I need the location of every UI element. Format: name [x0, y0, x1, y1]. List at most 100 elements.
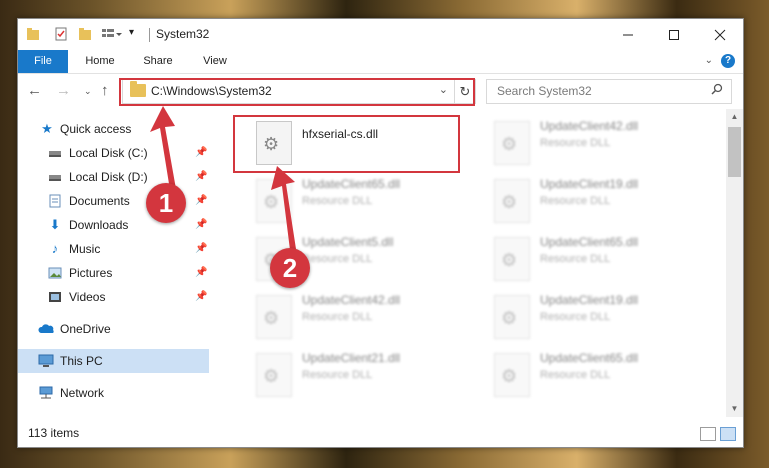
sidebar-item-label: Local Disk (C:) [69, 146, 148, 160]
pin-icon[interactable]: 📌 [195, 171, 207, 182]
window-title: System32 [156, 27, 210, 41]
close-button[interactable] [697, 19, 743, 50]
ribbon-tabs: File Home Share View ⌄ ? [18, 50, 743, 74]
file-item[interactable]: UpdateClient19.dll Resource DLL [472, 175, 682, 223]
sidebar-item-local-disk-c[interactable]: Local Disk (C:) 📌 [18, 141, 209, 165]
tab-view[interactable]: View [193, 50, 237, 73]
file-item[interactable]: UpdateClient42.dll Resource DLL [472, 117, 682, 165]
folder-icon[interactable] [26, 27, 40, 44]
videos-icon [48, 290, 62, 304]
sidebar-item-network[interactable]: Network [18, 381, 209, 405]
dll-file-icon [494, 295, 530, 339]
step-1-badge: 1 [146, 183, 186, 223]
file-item[interactable]: UpdateClient19.dll Resource DLL [472, 291, 682, 339]
dll-file-icon [256, 353, 292, 397]
item-count: 113 items [28, 426, 80, 440]
sidebar-item-label: Local Disk (D:) [69, 170, 148, 184]
pin-icon[interactable]: 📌 [195, 147, 207, 158]
customize-toolbar-icon[interactable] [101, 27, 123, 44]
file-name: UpdateClient42.dll [302, 293, 401, 307]
file-item[interactable]: UpdateClient65.dll Resource DLL [234, 175, 444, 223]
file-name: UpdateClient19.dll [540, 177, 639, 191]
search-placeholder: Search System32 [497, 84, 592, 98]
sidebar-item-label: Downloads [69, 218, 129, 232]
dll-file-icon [494, 353, 530, 397]
file-type: Resource DLL [302, 195, 373, 207]
file-type: Resource DLL [540, 137, 611, 149]
search-icon [711, 83, 723, 98]
drive-icon [48, 170, 62, 184]
this-pc-icon [38, 354, 54, 368]
expand-ribbon-icon[interactable]: ⌄ [705, 55, 713, 66]
sidebar-item-quick-access[interactable]: ★ Quick access [18, 117, 209, 141]
large-icons-view-icon[interactable] [720, 427, 736, 441]
scroll-up-arrow-icon[interactable]: ▲ [726, 109, 743, 125]
sidebar-item-label: Network [60, 386, 105, 400]
drive-icon [48, 146, 62, 160]
minimize-button[interactable] [605, 19, 651, 50]
star-icon: ★ [41, 121, 53, 136]
navigation-pane: ★ Quick access Local Disk (C:) 📌 Local D… [18, 109, 209, 417]
forward-arrow-icon[interactable]: → [56, 82, 71, 99]
pin-icon[interactable]: 📌 [195, 267, 207, 278]
file-item[interactable]: UpdateClient42.dll Resource DLL [234, 291, 444, 339]
up-arrow-icon[interactable]: ↑ [101, 82, 109, 99]
file-type: Resource DLL [302, 369, 373, 381]
documents-icon [48, 194, 62, 208]
search-input[interactable]: Search System32 [486, 79, 732, 104]
file-name: UpdateClient65.dll [540, 235, 639, 249]
sidebar-item-this-pc[interactable]: This PC [18, 349, 209, 373]
properties-icon[interactable] [54, 27, 68, 44]
address-bar-highlight [119, 78, 475, 106]
file-type: Resource DLL [302, 311, 373, 323]
tab-home[interactable]: Home [78, 50, 122, 73]
recent-locations-icon[interactable]: ⌄ [84, 86, 92, 97]
file-name: UpdateClient42.dll [540, 119, 639, 133]
file-name: UpdateClient65.dll [540, 351, 639, 365]
sidebar-item-label: Documents [69, 194, 130, 208]
file-name: UpdateClient65.dll [302, 177, 401, 191]
pin-icon[interactable]: 📌 [195, 291, 207, 302]
music-icon: ♪ [51, 241, 59, 256]
sidebar-item-label: Videos [69, 290, 106, 304]
dll-file-icon [494, 121, 530, 165]
sidebar-item-music[interactable]: ♪ Music 📌 [18, 237, 209, 261]
file-type: Resource DLL [540, 253, 611, 265]
tab-share[interactable]: Share [136, 50, 180, 73]
sidebar-item-label: Music [69, 242, 101, 256]
help-icon[interactable]: ? [721, 54, 735, 68]
vertical-scrollbar[interactable]: ▲ ▼ [726, 109, 743, 417]
dll-file-icon [256, 179, 292, 223]
sidebar-item-pictures[interactable]: Pictures 📌 [18, 261, 209, 285]
details-view-icon[interactable] [700, 427, 716, 441]
sidebar-item-local-disk-d[interactable]: Local Disk (D:) 📌 [18, 165, 209, 189]
status-bar: 113 items [18, 421, 743, 447]
maximize-button[interactable] [651, 19, 697, 50]
scroll-down-arrow-icon[interactable]: ▼ [726, 401, 743, 417]
downloads-icon: ⬇ [49, 217, 61, 232]
file-item[interactable]: UpdateClient65.dll Resource DLL [472, 233, 682, 281]
step-2-badge: 2 [270, 248, 310, 288]
pin-icon[interactable]: 📌 [195, 219, 207, 230]
sidebar-item-label: Quick access [60, 122, 132, 136]
new-folder-icon[interactable] [78, 27, 92, 44]
tab-file[interactable]: File [18, 50, 68, 73]
file-name: UpdateClient5.dll [302, 235, 394, 249]
network-icon [38, 386, 53, 400]
title-bar: ▾ System32 [18, 19, 743, 50]
file-item[interactable]: UpdateClient5.dll Resource DLL [234, 233, 444, 281]
pin-icon[interactable]: 📌 [195, 243, 207, 254]
file-type: Resource DLL [540, 195, 611, 207]
file-type: Resource DLL [302, 253, 373, 265]
scrollbar-thumb[interactable] [728, 127, 741, 177]
file-item[interactable]: UpdateClient65.dll Resource DLL [472, 349, 682, 397]
dll-file-icon [494, 237, 530, 281]
dll-file-icon [494, 179, 530, 223]
back-arrow-icon[interactable]: ← [27, 82, 42, 99]
dropdown-arrow-icon[interactable]: ▾ [129, 27, 134, 38]
pin-icon[interactable]: 📌 [195, 195, 207, 206]
file-item[interactable]: UpdateClient21.dll Resource DLL [234, 349, 444, 397]
sidebar-item-videos[interactable]: Videos 📌 [18, 285, 209, 309]
file-type: Resource DLL [540, 369, 611, 381]
sidebar-item-onedrive[interactable]: OneDrive [18, 317, 209, 341]
